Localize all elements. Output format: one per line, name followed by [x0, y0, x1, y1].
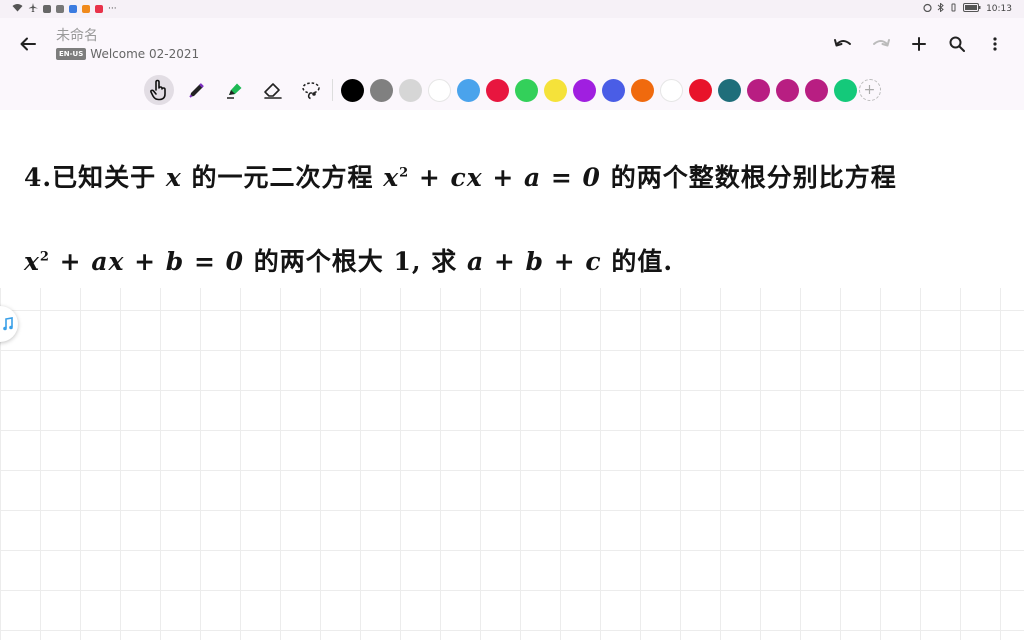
- more-options-button[interactable]: [976, 24, 1014, 64]
- question-number: 4.: [24, 163, 53, 192]
- status-left: ···: [12, 3, 117, 15]
- question-text-1b: 的一元二次方程: [191, 163, 374, 192]
- color-swatch-4[interactable]: [427, 78, 451, 102]
- more-vertical-icon: [993, 37, 997, 51]
- color-swatch-12[interactable]: [659, 78, 683, 102]
- app-header: 未命名 EN-US Welcome 02-2021: [0, 18, 1024, 70]
- color-swatch-15[interactable]: [746, 78, 770, 102]
- language-badge: EN-US: [56, 48, 87, 60]
- color-swatch-18[interactable]: [833, 78, 857, 102]
- question-text-1c: 的两个整数根分别比方程: [610, 163, 897, 192]
- equation-1-x: x: [383, 163, 400, 192]
- color-swatch-11[interactable]: [630, 78, 654, 102]
- tool-group: [143, 75, 326, 105]
- note-canvas[interactable]: 4.已知关于 x 的一元二次方程 x2 + cx + a = 0 的两个整数根分…: [0, 110, 1024, 640]
- highlighter-tool-button[interactable]: [220, 75, 250, 105]
- pen-icon: [188, 83, 204, 98]
- vibrate-icon: [949, 3, 958, 15]
- hand-tool-button[interactable]: [143, 75, 174, 105]
- plus-icon: [912, 37, 926, 51]
- color-swatch-5[interactable]: [456, 78, 480, 102]
- notebook-name: Welcome 02-2021: [90, 47, 200, 61]
- color-swatch-16[interactable]: [775, 78, 799, 102]
- redo-icon: [873, 39, 890, 47]
- color-swatch-17[interactable]: [804, 78, 828, 102]
- question-text-2b: 的值.: [611, 247, 674, 276]
- status-bar: ··· 10:13: [0, 0, 1024, 18]
- back-button[interactable]: [0, 18, 56, 70]
- app-notif-icon: [69, 5, 77, 13]
- question-text-2a: 的两个根大 1, 求: [253, 247, 458, 276]
- color-swatch-1[interactable]: [340, 78, 364, 102]
- hand-icon: [149, 79, 166, 101]
- question-line-2: x2 + ax + b = 0 的两个根大 1, 求 a + b + c 的值.: [24, 242, 673, 278]
- document-title: 未命名: [56, 28, 98, 44]
- question-line-1: 4.已知关于 x 的一元二次方程 x2 + cx + a = 0 的两个整数根分…: [24, 158, 897, 194]
- arrow-left-icon: [20, 37, 36, 51]
- pen-tool-button[interactable]: [182, 75, 212, 105]
- lasso-icon: [301, 82, 320, 100]
- color-swatch-9[interactable]: [572, 78, 596, 102]
- wifi-icon: [12, 3, 23, 15]
- color-swatch-14[interactable]: [717, 78, 741, 102]
- status-time: 10:13: [986, 4, 1012, 14]
- plus-icon: +: [863, 82, 876, 98]
- color-swatch-10[interactable]: [601, 78, 625, 102]
- more-notifs-icon: ···: [108, 4, 117, 14]
- music-notif-icon: [43, 5, 51, 13]
- redo-button[interactable]: [862, 24, 900, 64]
- equation-1-exponent: 2: [399, 165, 410, 181]
- question-text-1a: 已知关于: [52, 163, 157, 192]
- undo-button[interactable]: [824, 24, 862, 64]
- player-notif-icon: [82, 5, 90, 13]
- pen-toolbar: +: [0, 70, 1024, 110]
- equation-1-rest: + cx + a = 0: [418, 163, 601, 192]
- sum-expression: a + b + c: [466, 247, 602, 276]
- airplane-icon: [28, 3, 38, 15]
- color-palette: [340, 78, 857, 102]
- music-note-icon: [3, 317, 13, 331]
- lasso-tool-button[interactable]: [296, 75, 326, 105]
- battery-icon: [963, 3, 981, 15]
- color-swatch-13[interactable]: [688, 78, 712, 102]
- color-swatch-6[interactable]: [485, 78, 509, 102]
- add-button[interactable]: [900, 24, 938, 64]
- eraser-tool-button[interactable]: [258, 75, 288, 105]
- add-color-button[interactable]: +: [858, 79, 881, 101]
- header-actions: [824, 24, 1024, 64]
- equation-2-exponent: 2: [39, 249, 50, 265]
- toolbar-divider: [331, 79, 333, 101]
- alarm-icon: [923, 3, 932, 15]
- bluetooth-icon: [937, 2, 944, 15]
- status-right: 10:13: [923, 2, 1012, 15]
- search-button[interactable]: [938, 24, 976, 64]
- undo-icon: [834, 39, 851, 47]
- color-swatch-7[interactable]: [514, 78, 538, 102]
- color-swatch-3[interactable]: [398, 78, 422, 102]
- equation-2-rest: + ax + b = 0: [59, 247, 245, 276]
- color-swatch-2[interactable]: [369, 78, 393, 102]
- document-title-area[interactable]: 未命名 EN-US Welcome 02-2021: [56, 27, 824, 61]
- gallery-notif-icon: [95, 5, 103, 13]
- highlighter-icon: [226, 83, 241, 99]
- pasted-question-image[interactable]: 4.已知关于 x 的一元二次方程 x2 + cx + a = 0 的两个整数根分…: [0, 110, 1024, 288]
- color-swatch-8[interactable]: [543, 78, 567, 102]
- video-notif-icon: [56, 5, 64, 13]
- eraser-icon: [263, 83, 282, 99]
- notebook-info: EN-US Welcome 02-2021: [56, 47, 824, 61]
- search-icon: [949, 36, 965, 52]
- equation-2-x: x: [24, 247, 40, 276]
- variable-x: x: [165, 163, 182, 192]
